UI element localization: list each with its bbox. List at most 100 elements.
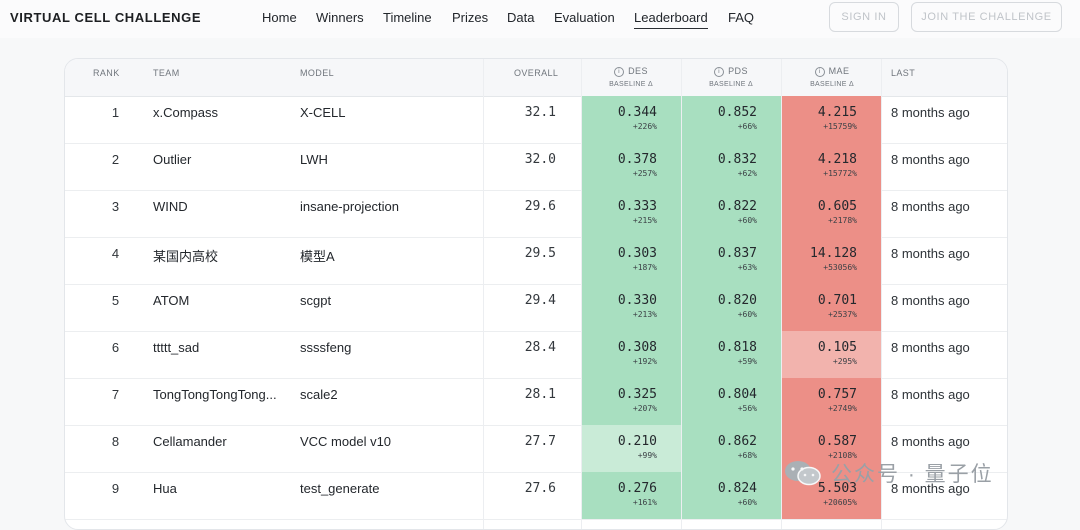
nav-home[interactable]: Home (262, 10, 297, 25)
pds-cell: 0.804 +56% (682, 378, 781, 425)
des-delta: +161% (632, 498, 657, 507)
team-cell: Cellamander (153, 434, 227, 449)
des-cell: 0.210 +99% (582, 425, 681, 472)
table-row[interactable]: 1 x.Compass X-CELL 32.1 0.344 +226% 0.852 +66% 4… (65, 96, 1007, 144)
header-pds-baseline: BASELINE Δ (709, 80, 753, 88)
header-des[interactable]: i DES BASELINE Δ (582, 66, 680, 88)
last-cell: 8 months ago (891, 246, 970, 261)
mae-cell: 4.218 +15772% (782, 143, 881, 190)
table-header: RANK TEAM MODEL OVERALL i DES BASELINE Δ … (65, 59, 1007, 97)
nav-evaluation[interactable]: Evaluation (554, 10, 615, 25)
overall-cell: 32.1 (524, 105, 556, 120)
nav-data[interactable]: Data (507, 10, 534, 25)
last-cell: 8 months ago (891, 434, 970, 449)
des-cell: 0.344 +226% (582, 96, 681, 143)
pds-delta: +62% (737, 169, 757, 178)
rank-cell: 1 (111, 105, 120, 120)
header-des-label: DES (628, 66, 648, 76)
des-cell: 0.333 +215% (582, 190, 681, 237)
team-cell: x.Compass (153, 105, 219, 120)
last-cell: 8 months ago (891, 199, 970, 214)
column-divider (483, 59, 484, 529)
table-row[interactable]: 3 WIND insane-projection 29.6 0.333 +215% 0.82… (65, 190, 1007, 238)
mae-value: 14.128 (810, 246, 857, 261)
mae-value: 0.701 (817, 293, 857, 308)
nav-winners[interactable]: Winners (316, 10, 364, 25)
table-row[interactable]: 5 ATOM scgpt 29.4 0.330 +213% 0.820 +60% 0.701 +2… (65, 284, 1007, 332)
mae-cell: 0.105 +295% (782, 331, 881, 378)
join-challenge-button[interactable]: JOIN THE CHALLENGE (911, 2, 1062, 32)
des-delta: +207% (632, 404, 657, 413)
info-icon[interactable]: i (814, 66, 825, 77)
pds-value: 0.852 (717, 105, 757, 120)
last-cell: 8 months ago (891, 387, 970, 402)
team-cell: ttttt_sad (153, 340, 200, 355)
mae-value: 0.757 (817, 387, 857, 402)
model-cell: 模型A (300, 249, 335, 264)
mae-value: 0.587 (817, 434, 857, 449)
pds-value: 0.818 (717, 340, 757, 355)
column-divider (781, 59, 782, 529)
mae-value: 0.605 (817, 199, 857, 214)
overall-cell: 28.1 (524, 387, 556, 402)
header-mae-label: MAE (828, 66, 850, 76)
pds-cell: 0.822 +60% (682, 190, 781, 237)
column-divider (681, 59, 682, 529)
nav-faq[interactable]: FAQ (728, 10, 754, 25)
header-model[interactable]: MODEL (300, 68, 334, 78)
team-cell: 某国内高校 (153, 249, 219, 264)
mae-delta: +2178% (828, 216, 857, 225)
info-icon[interactable]: i (714, 66, 725, 77)
rank-cell: 9 (111, 481, 120, 496)
team-cell: TongTongTongTong... (153, 387, 277, 402)
mae-delta: +20605% (823, 498, 857, 507)
pds-cell: 0.862 +68% (682, 425, 781, 472)
des-cell: 0.330 +213% (582, 284, 681, 331)
nav-leaderboard[interactable]: Leaderboard (634, 10, 708, 29)
overall-cell: 29.5 (524, 246, 556, 261)
des-cell: 0.308 +192% (582, 331, 681, 378)
team-cell: ATOM (153, 293, 190, 308)
mae-cell: 0.605 +2178% (782, 190, 881, 237)
watermark-text: 公众号 · 量子位 (831, 463, 994, 486)
des-delta: +187% (632, 263, 657, 272)
mae-delta: +295% (832, 357, 857, 366)
last-cell: 8 months ago (891, 340, 970, 355)
des-cell: 0.276 +161% (582, 472, 681, 519)
table-row[interactable]: 7 TongTongTongTong... scale2 28.1 0.325 +207%… (65, 378, 1007, 426)
pds-delta: +56% (737, 404, 757, 413)
des-value: 0.325 (617, 387, 657, 402)
pds-value: 0.804 (717, 387, 757, 402)
rank-cell: 6 (111, 340, 120, 355)
overall-cell: 29.4 (524, 293, 556, 308)
info-icon[interactable]: i (614, 66, 625, 77)
model-cell: LWH (300, 152, 328, 167)
model-cell: test_generate (300, 481, 380, 496)
des-cell: 0.325 +207% (582, 378, 681, 425)
mae-cell: 0.757 +2749% (782, 378, 881, 425)
rank-cell: 5 (111, 293, 120, 308)
header-last[interactable]: LAST (891, 68, 915, 78)
des-delta: +257% (632, 169, 657, 178)
model-cell: scgpt (300, 293, 332, 308)
header-rank[interactable]: RANK (93, 68, 120, 78)
des-delta: +226% (632, 122, 657, 131)
pds-delta: +59% (737, 357, 757, 366)
mae-cell: 0.701 +2537% (782, 284, 881, 331)
header-overall[interactable]: OVERALL (514, 68, 558, 78)
header-mae[interactable]: i MAE BASELINE Δ (783, 66, 881, 88)
pds-delta: +63% (737, 263, 757, 272)
mae-value: 4.215 (817, 105, 857, 120)
table-row[interactable]: 6 ttttt_sad ssssfeng 28.4 0.308 +192% 0.818 +59… (65, 331, 1007, 379)
rank-cell: 8 (111, 434, 120, 449)
header-pds[interactable]: i PDS BASELINE Δ (682, 66, 780, 88)
table-row[interactable]: 4 某国内高校 模型A 29.5 0.303 +187% 0.837 +63% 14.128 +5… (65, 237, 1007, 285)
site-logo-text[interactable]: VIRTUAL CELL CHALLENGE (10, 10, 201, 25)
nav-prizes[interactable]: Prizes (452, 10, 488, 25)
table-row[interactable]: 2 Outlier LWH 32.0 0.378 +257% 0.832 +62% 4.218 +… (65, 143, 1007, 191)
nav-timeline[interactable]: Timeline (383, 10, 432, 25)
des-value: 0.308 (617, 340, 657, 355)
header-team[interactable]: TEAM (153, 68, 180, 78)
sign-in-button[interactable]: SIGN IN (829, 2, 899, 32)
overall-cell: 32.0 (524, 152, 556, 167)
